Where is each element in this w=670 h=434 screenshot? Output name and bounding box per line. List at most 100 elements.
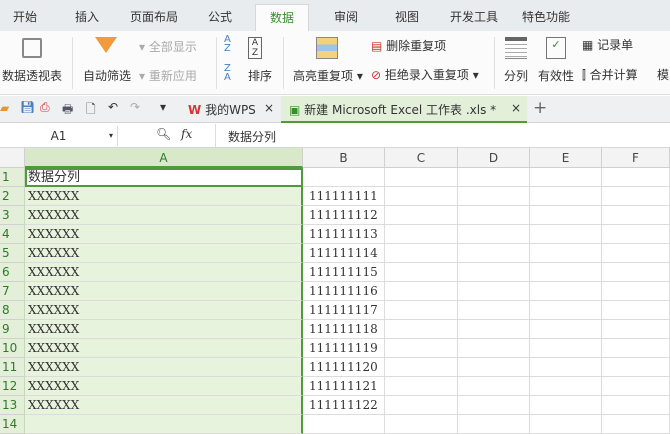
cell-b[interactable]: 111111122 xyxy=(303,396,385,415)
cell-e[interactable] xyxy=(530,396,602,415)
cell-a[interactable]: XXXXXX xyxy=(25,301,303,320)
select-all-corner[interactable] xyxy=(0,148,25,168)
doc-tab-wps[interactable]: W 我的WPS × xyxy=(180,96,280,123)
cell-a[interactable]: XXXXXX xyxy=(25,358,303,377)
cell-b[interactable] xyxy=(303,415,385,434)
cell-e[interactable] xyxy=(530,301,602,320)
cell-b[interactable]: 111111119 xyxy=(303,339,385,358)
export-pdf-icon[interactable]: ⎙ xyxy=(40,100,50,115)
consolidate-button[interactable]: ⫿ 合并计算 xyxy=(582,66,638,83)
cell-b[interactable]: 111111114 xyxy=(303,244,385,263)
cell-b[interactable]: 111111117 xyxy=(303,301,385,320)
cell-e[interactable] xyxy=(530,339,602,358)
open-icon[interactable]: ▰ xyxy=(0,101,9,115)
column-header-c[interactable]: C xyxy=(385,148,458,168)
row-header[interactable]: 5 xyxy=(0,244,25,263)
row-header[interactable]: 2 xyxy=(0,187,25,206)
new-tab-button[interactable]: + xyxy=(533,98,547,118)
save-icon[interactable]: 💾︎ xyxy=(20,100,35,114)
row-header[interactable]: 3 xyxy=(0,206,25,225)
cell-f[interactable] xyxy=(602,263,670,282)
cell-e[interactable] xyxy=(530,282,602,301)
tab-formulas[interactable]: 公式 xyxy=(208,8,232,25)
tab-data[interactable]: 数据 xyxy=(255,4,310,31)
cell-c[interactable] xyxy=(385,282,458,301)
cell-a[interactable]: XXXXXX xyxy=(25,263,303,282)
cell-f[interactable] xyxy=(602,187,670,206)
tab-insert[interactable]: 插入 xyxy=(75,8,99,25)
print-preview-icon[interactable]: 🗋 xyxy=(86,100,96,121)
cell-b[interactable]: 111111121 xyxy=(303,377,385,396)
row-header[interactable]: 6 xyxy=(0,263,25,282)
cell-f[interactable] xyxy=(602,377,670,396)
cell-f[interactable] xyxy=(602,320,670,339)
cell-a[interactable]: XXXXXX xyxy=(25,320,303,339)
row-header[interactable]: 12 xyxy=(0,377,25,396)
column-header-a[interactable]: A xyxy=(25,148,303,168)
cell-c[interactable] xyxy=(385,320,458,339)
cell-c[interactable] xyxy=(385,187,458,206)
print-icon[interactable]: 🖶 xyxy=(62,100,73,121)
row-header[interactable]: 10 xyxy=(0,339,25,358)
cell-a[interactable]: XXXXXX xyxy=(25,396,303,415)
redo-icon[interactable]: ↷ xyxy=(130,100,140,114)
cell-d[interactable] xyxy=(458,244,530,263)
cell-e[interactable] xyxy=(530,320,602,339)
cell-f[interactable] xyxy=(602,396,670,415)
formula-input[interactable]: 数据分列 xyxy=(215,124,670,147)
tab-home[interactable]: 开始 xyxy=(13,8,37,25)
cell-d[interactable] xyxy=(458,358,530,377)
cell-d[interactable] xyxy=(458,377,530,396)
cell-a[interactable]: XXXXXX xyxy=(25,339,303,358)
cell-a[interactable]: XXXXXX xyxy=(25,206,303,225)
cell-a[interactable]: 数据分列 xyxy=(25,168,303,187)
customize-icon[interactable]: ▾ xyxy=(160,100,166,114)
cell-d[interactable] xyxy=(458,320,530,339)
cell-d[interactable] xyxy=(458,168,530,187)
cell-e[interactable] xyxy=(530,168,602,187)
column-header-d[interactable]: D xyxy=(458,148,530,168)
cell-c[interactable] xyxy=(385,339,458,358)
cell-c[interactable] xyxy=(385,225,458,244)
cell-b[interactable]: 111111116 xyxy=(303,282,385,301)
cell-d[interactable] xyxy=(458,187,530,206)
cell-d[interactable] xyxy=(458,225,530,244)
cell-c[interactable] xyxy=(385,358,458,377)
sort-asc-icon[interactable]: AZ xyxy=(224,35,231,54)
tab-page-layout[interactable]: 页面布局 xyxy=(130,8,178,25)
cell-a[interactable]: XXXXXX xyxy=(25,187,303,206)
cell-e[interactable] xyxy=(530,415,602,434)
cell-f[interactable] xyxy=(602,415,670,434)
tab-features[interactable]: 特色功能 xyxy=(522,8,570,25)
tab-review[interactable]: 审阅 xyxy=(334,8,358,25)
cell-d[interactable] xyxy=(458,339,530,358)
undo-icon[interactable]: ↶ xyxy=(108,100,118,114)
cell-e[interactable] xyxy=(530,377,602,396)
cell-c[interactable] xyxy=(385,301,458,320)
remove-duplicates-button[interactable]: ▤ 删除重复项 xyxy=(371,37,446,54)
cell-a[interactable]: XXXXXX xyxy=(25,244,303,263)
cell-f[interactable] xyxy=(602,244,670,263)
cell-b[interactable]: 111111113 xyxy=(303,225,385,244)
cell-e[interactable] xyxy=(530,263,602,282)
cell-b[interactable]: 111111115 xyxy=(303,263,385,282)
row-header[interactable]: 11 xyxy=(0,358,25,377)
cell-f[interactable] xyxy=(602,206,670,225)
cell-b[interactable] xyxy=(303,168,385,187)
cell-c[interactable] xyxy=(385,168,458,187)
cell-d[interactable] xyxy=(458,396,530,415)
cell-c[interactable] xyxy=(385,377,458,396)
cell-b[interactable]: 111111112 xyxy=(303,206,385,225)
cell-a[interactable] xyxy=(25,415,303,434)
cell-e[interactable] xyxy=(530,206,602,225)
more-button[interactable]: 模 xyxy=(657,66,669,83)
cell-b[interactable]: 111111120 xyxy=(303,358,385,377)
row-header[interactable]: 1 xyxy=(0,168,25,187)
column-header-f[interactable]: F xyxy=(602,148,670,168)
reapply-button[interactable]: ▾ 重新应用 xyxy=(139,67,197,84)
cell-f[interactable] xyxy=(602,301,670,320)
cell-c[interactable] xyxy=(385,263,458,282)
row-header[interactable]: 8 xyxy=(0,301,25,320)
cell-d[interactable] xyxy=(458,282,530,301)
cell-c[interactable] xyxy=(385,415,458,434)
